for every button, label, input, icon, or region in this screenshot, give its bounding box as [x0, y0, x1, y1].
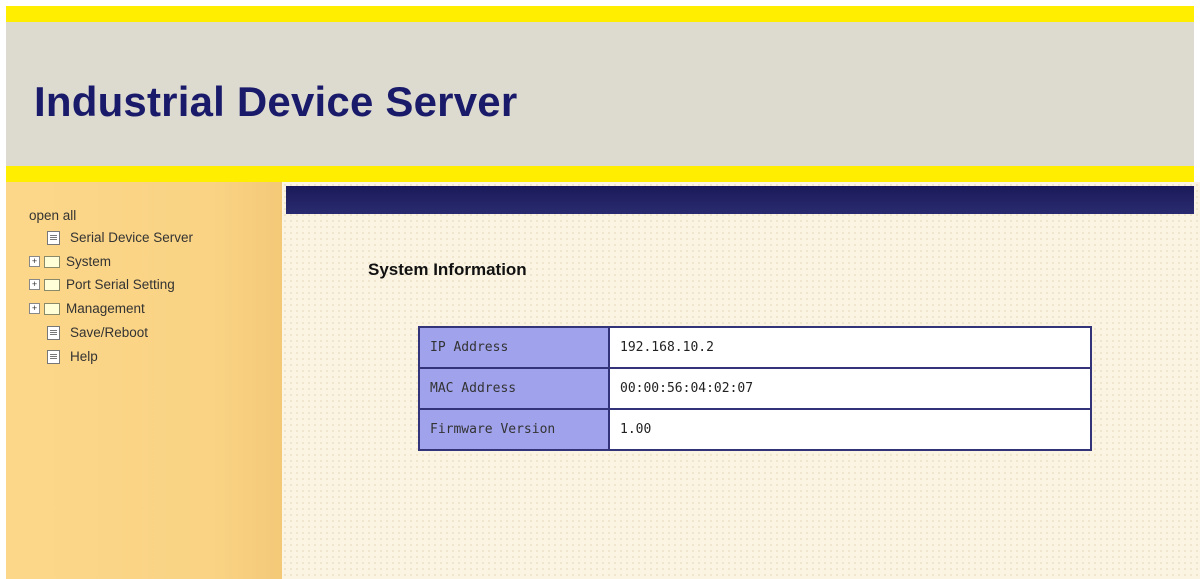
row-label: IP Address [418, 326, 610, 369]
content-header-band [286, 186, 1194, 214]
nav-item-label: Save/Reboot [70, 325, 149, 340]
row-value: 192.168.10.2 [608, 326, 1092, 369]
folder-icon [44, 278, 60, 291]
page-icon [47, 349, 60, 364]
folder-icon [44, 255, 60, 268]
nav-item-system[interactable]: + System [29, 254, 111, 269]
system-info-table: IP Address 192.168.10.2 MAC Address 00:0… [418, 326, 1092, 451]
expand-icon[interactable]: + [29, 303, 40, 314]
table-row: MAC Address 00:00:56:04:02:07 [418, 367, 1092, 410]
nav-item-label: Management [66, 301, 145, 316]
row-value: 00:00:56:04:02:07 [608, 367, 1092, 410]
table-row: IP Address 192.168.10.2 [418, 326, 1092, 369]
nav-item-serial-device-server[interactable]: Serial Device Server [47, 230, 193, 245]
nav-item-label: Help [70, 349, 98, 364]
nav-item-label: Port Serial Setting [66, 277, 175, 292]
nav-item-port-serial-setting[interactable]: + Port Serial Setting [29, 277, 175, 292]
expand-icon[interactable]: + [29, 256, 40, 267]
open-all-link[interactable]: open all [29, 208, 76, 223]
nav-item-label: System [66, 254, 112, 269]
header-accent-bar-top [6, 6, 1194, 22]
expand-icon[interactable]: + [29, 279, 40, 290]
nav-item-help[interactable]: Help [47, 349, 98, 364]
row-value: 1.00 [608, 408, 1092, 451]
nav-item-save-reboot[interactable]: Save/Reboot [47, 325, 148, 340]
table-row: Firmware Version 1.00 [418, 408, 1092, 451]
main-content: System Information IP Address 192.168.10… [282, 182, 1200, 579]
nav-item-label: Serial Device Server [70, 230, 194, 245]
page-icon [47, 230, 60, 245]
header-accent-bar-bottom [6, 166, 1194, 182]
folder-icon [44, 302, 60, 315]
page-header: Industrial Device Server [6, 6, 1194, 182]
nav-item-management[interactable]: + Management [29, 301, 145, 316]
row-label: Firmware Version [418, 408, 610, 451]
row-label: MAC Address [418, 367, 610, 410]
sidebar-nav: open all Serial Device Server + System +… [6, 182, 282, 579]
section-title: System Information [368, 260, 527, 279]
page-icon [47, 325, 60, 340]
app-title: Industrial Device Server [34, 78, 518, 125]
